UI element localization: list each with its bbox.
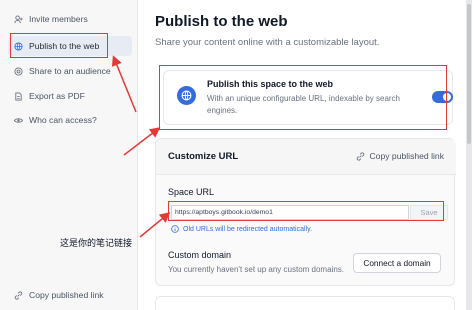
customize-url-card: Customize URL Copy published link Space … <box>155 138 456 286</box>
scrollbar[interactable] <box>466 0 472 310</box>
info-icon <box>171 225 179 233</box>
space-url-label: Space URL <box>168 187 215 197</box>
sidebar-item-invite-members[interactable]: Invite members <box>8 9 132 29</box>
sidebar-copy-label: Copy published link <box>29 290 104 300</box>
publish-card: Publish this space to the web With an un… <box>163 70 453 125</box>
toggle-knob <box>443 93 451 101</box>
sidebar-item-publish-to-web[interactable]: Publish to the web <box>8 36 132 56</box>
page-title: Publish to the web <box>155 13 288 30</box>
scrollbar-thumb[interactable] <box>467 4 471 144</box>
sidebar-item-label: Invite members <box>29 14 88 24</box>
custom-domain-description: You currently haven't set up any custom … <box>168 265 344 274</box>
sidebar-item-label: Share to an audience <box>29 66 111 76</box>
sidebar-item-label: Publish to the web <box>29 41 100 51</box>
next-section-card <box>155 296 455 310</box>
customize-url-header: Customize URL Copy published link <box>156 139 456 175</box>
document-icon <box>14 91 23 101</box>
customize-url-title: Customize URL <box>168 151 239 162</box>
publish-card-description: With an unique configurable URL, indexab… <box>207 94 401 115</box>
sidebar-item-share-to-audience[interactable]: Share to an audience <box>8 61 132 81</box>
redirect-info-text: Old URLs will be redirected automaticall… <box>183 225 313 233</box>
redirect-info: Old URLs will be redirected automaticall… <box>171 225 312 233</box>
globe-icon <box>177 86 196 105</box>
globe-icon <box>14 41 23 51</box>
publish-card-title: Publish this space to the web <box>207 79 334 89</box>
connect-domain-button[interactable]: Connect a domain <box>353 253 441 273</box>
copy-published-link-button[interactable]: Copy published link <box>356 151 444 161</box>
link-icon <box>14 290 23 300</box>
page-subtitle: Share your content online with a customi… <box>155 37 380 48</box>
copy-published-link-label: Copy published link <box>369 151 444 161</box>
custom-domain-label: Custom domain <box>168 250 232 260</box>
publish-toggle[interactable] <box>432 91 453 103</box>
eye-icon <box>14 116 23 125</box>
sidebar-item-who-can-access[interactable]: Who can access? <box>8 110 132 130</box>
sidebar-item-label: Export as PDF <box>29 91 85 101</box>
audience-icon <box>14 66 23 76</box>
space-url-input[interactable]: https://aptboys.gitbook.io/demo1 <box>171 205 409 220</box>
main-panel: Publish to the web Share your content on… <box>139 0 474 310</box>
sidebar-copy-published-link[interactable]: Copy published link <box>14 290 104 300</box>
sidebar-item-export-pdf[interactable]: Export as PDF <box>8 86 132 106</box>
sidebar: Invite members Publish to the web Share … <box>0 0 138 310</box>
link-icon <box>356 151 365 161</box>
sidebar-item-label: Who can access? <box>29 115 97 125</box>
annotation-note: 这是你的笔记链接 <box>60 238 133 248</box>
save-button[interactable]: Save <box>410 205 448 220</box>
invite-icon <box>14 14 23 24</box>
